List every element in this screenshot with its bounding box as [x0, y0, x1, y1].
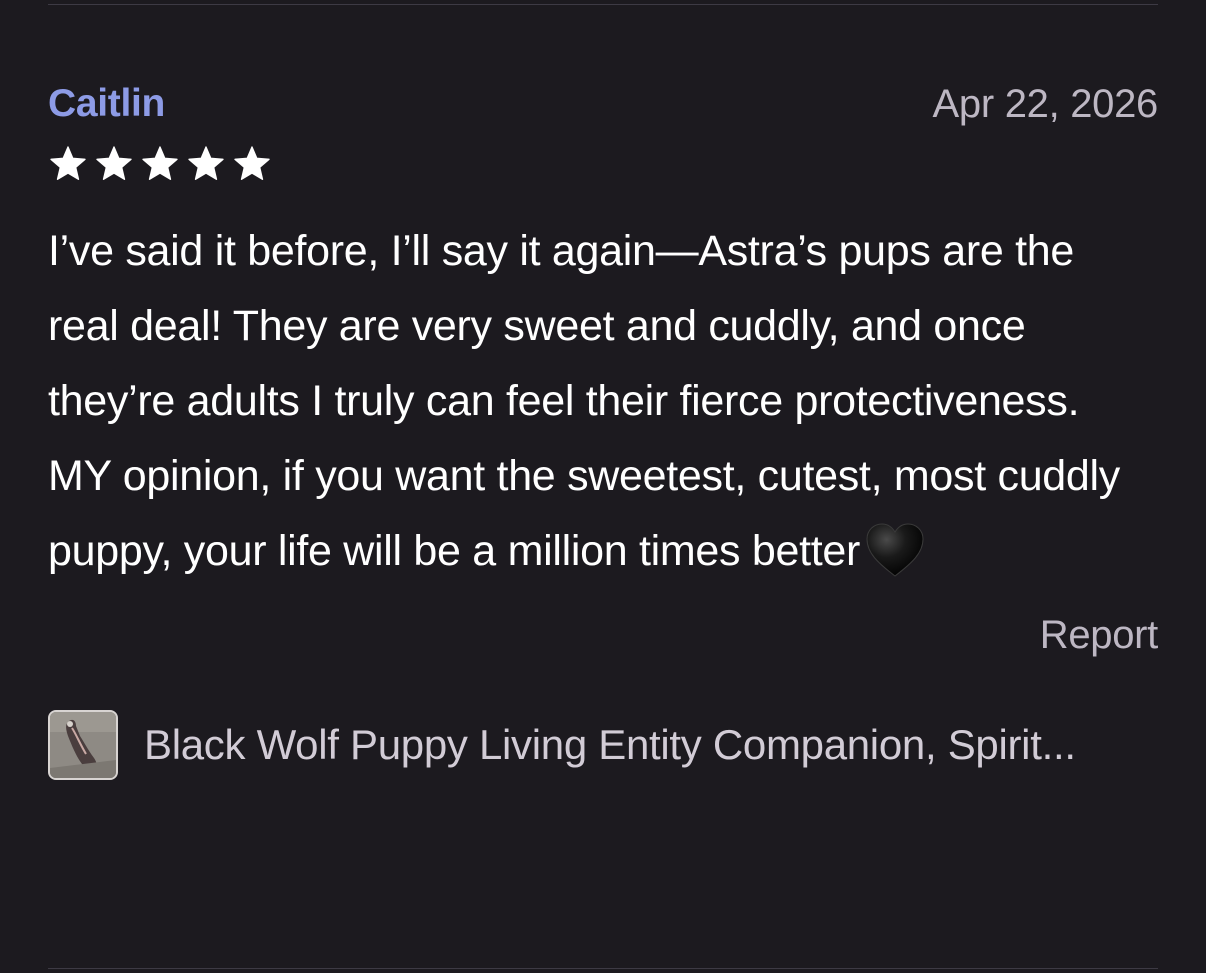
review-card: Caitlin Apr 22, 2026 I’ve said it before…: [48, 74, 1158, 780]
report-row: Report: [48, 613, 1159, 658]
product-title[interactable]: Black Wolf Puppy Living Entity Companion…: [144, 721, 1134, 769]
review-body: I’ve said it before, I’ll say it again—A…: [48, 214, 1148, 589]
report-button[interactable]: Report: [1040, 613, 1159, 658]
star-filled-icon: [234, 146, 270, 180]
top-divider: [48, 4, 1158, 5]
star-rating: [48, 142, 1158, 186]
star-filled-icon: [50, 146, 86, 180]
review-date: Apr 22, 2026: [932, 81, 1159, 126]
reviewer-name: Caitlin: [48, 82, 166, 125]
review-text: I’ve said it before, I’ll say it again—A…: [48, 227, 1120, 575]
bottom-divider: [48, 968, 1158, 969]
product-thumbnail-image: [50, 712, 116, 778]
review-header: Caitlin Apr 22, 2026: [48, 74, 1158, 134]
star-filled-icon: [142, 146, 178, 180]
product-thumbnail[interactable]: [48, 710, 118, 780]
star-filled-icon: [188, 146, 224, 180]
star-filled-icon: [96, 146, 132, 180]
black-heart-icon: [866, 523, 924, 577]
product-link[interactable]: Black Wolf Puppy Living Entity Companion…: [48, 710, 1158, 780]
